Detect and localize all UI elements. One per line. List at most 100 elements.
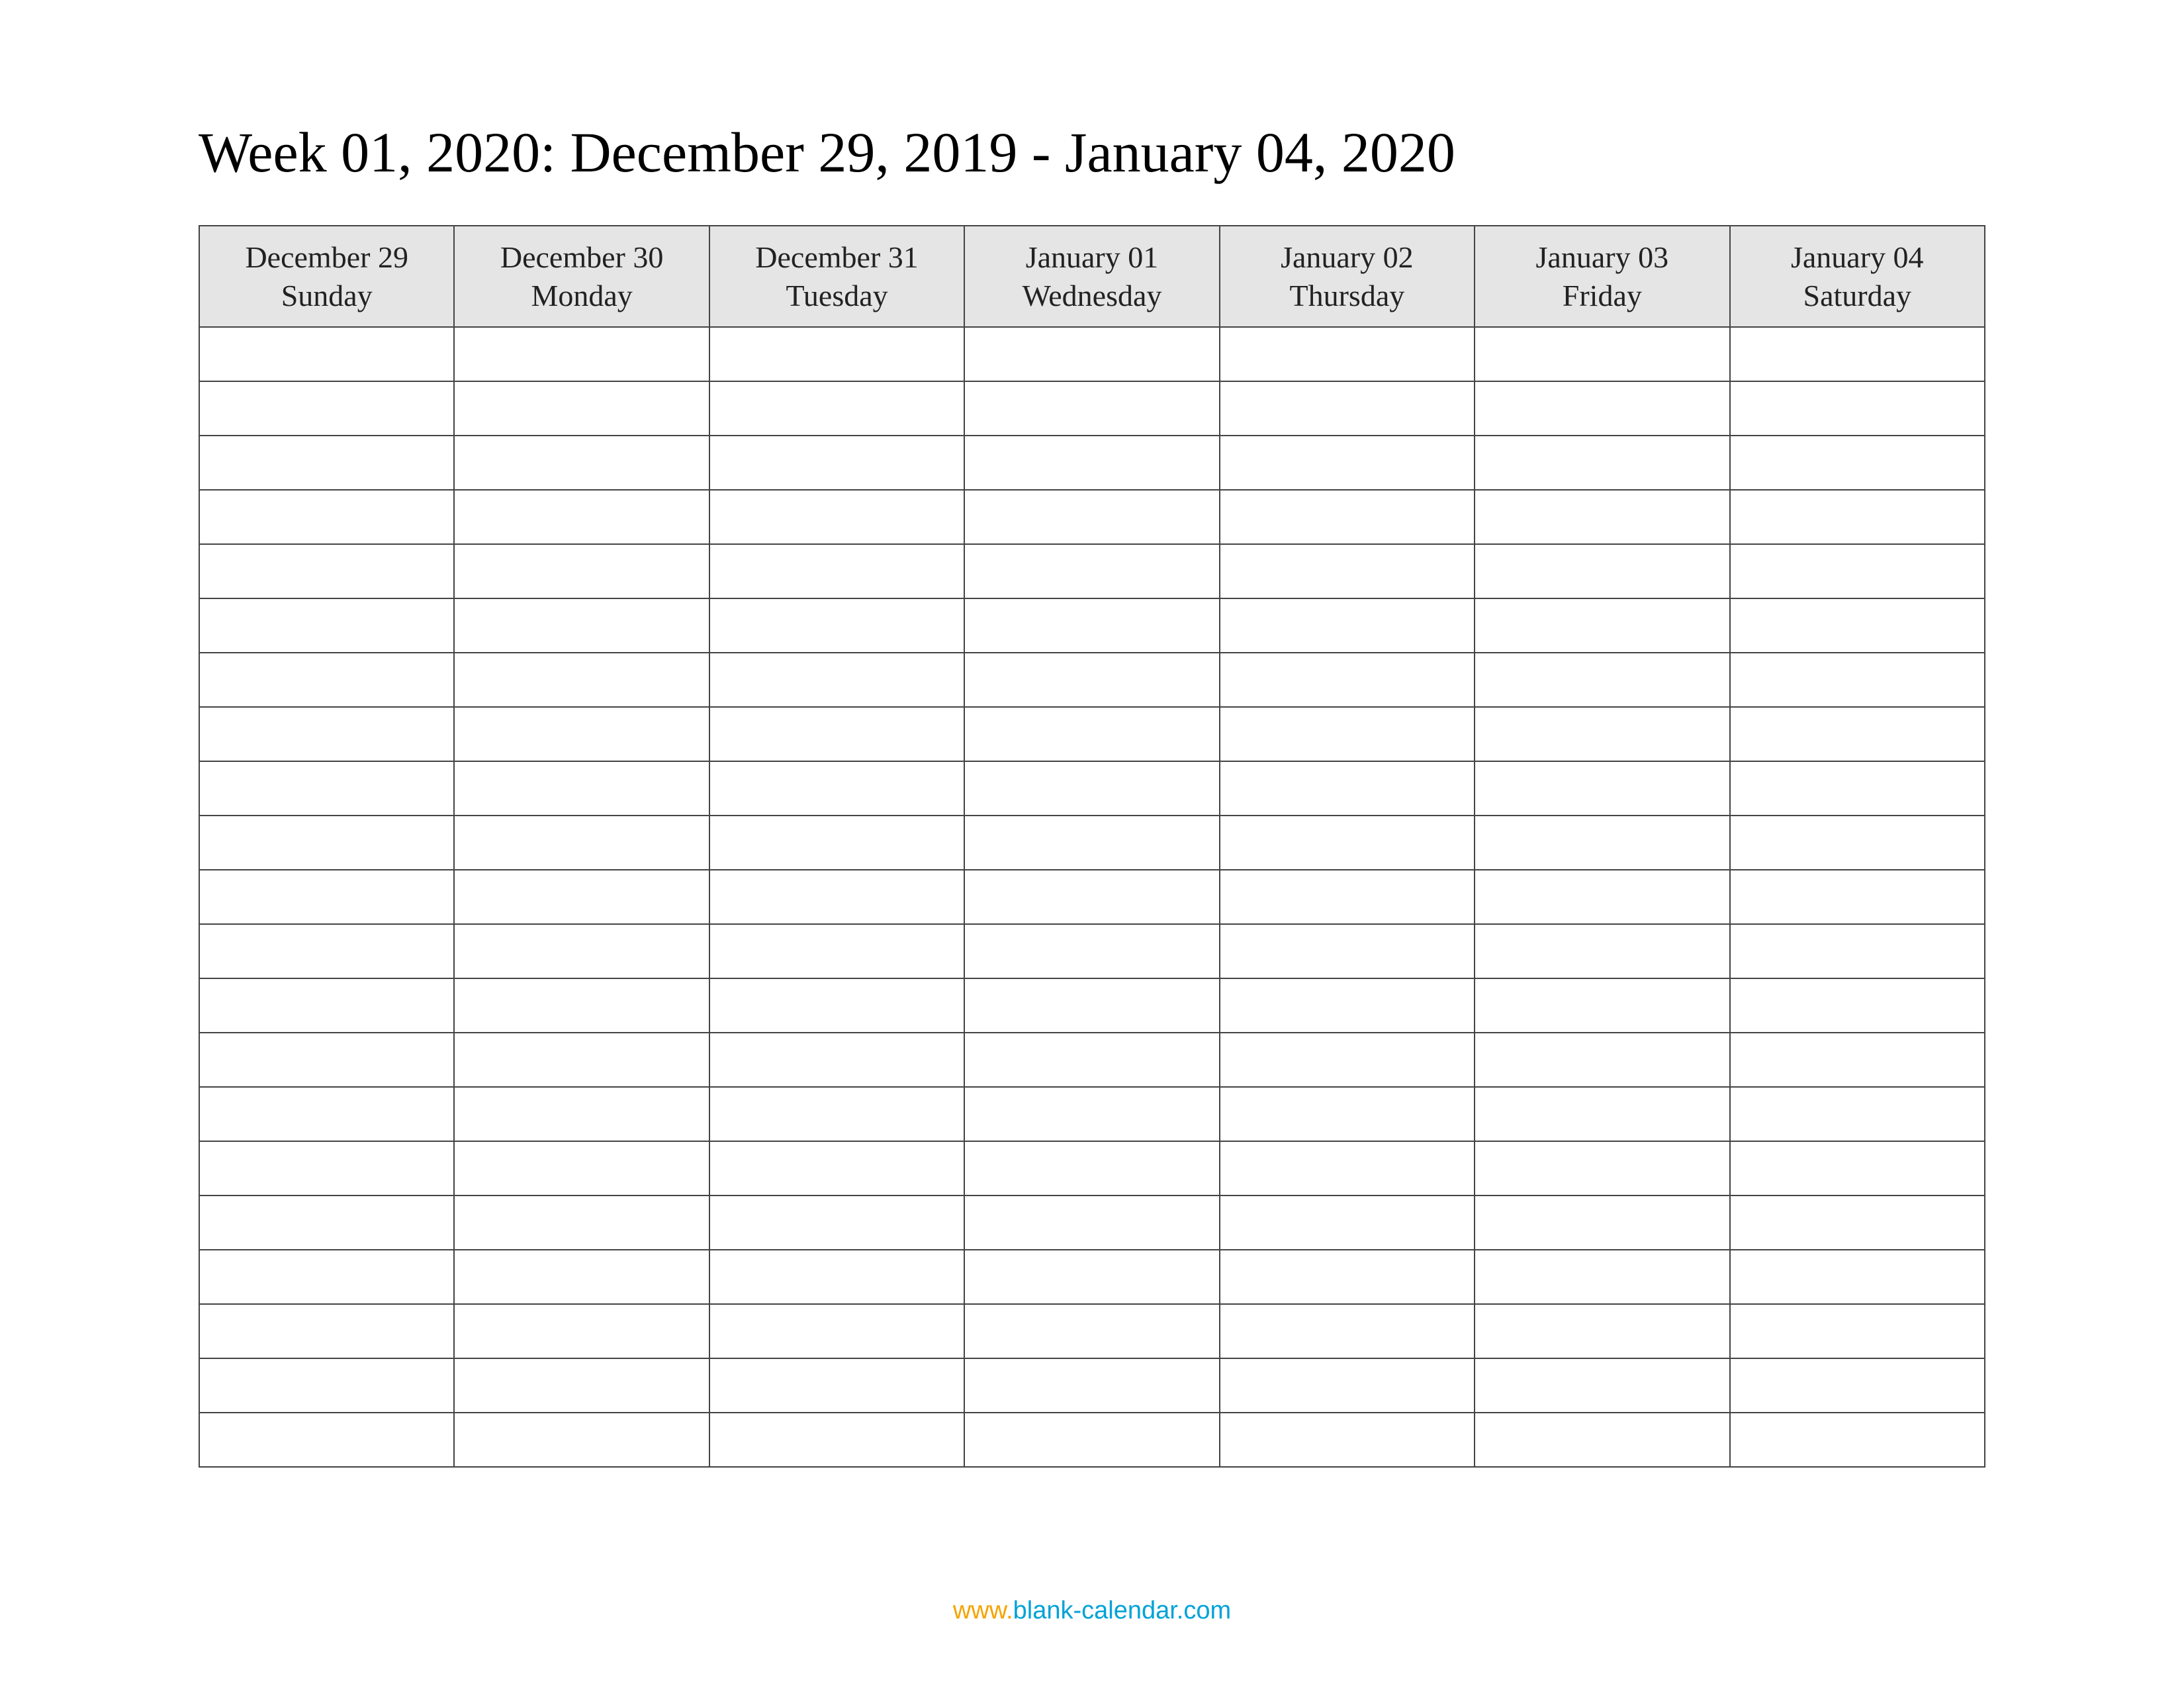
empty-cell — [199, 1413, 454, 1467]
table-row — [199, 1304, 1985, 1358]
header-cell-5: January 03 Friday — [1475, 226, 1729, 327]
empty-cell — [454, 653, 709, 707]
table-row — [199, 1358, 1985, 1413]
empty-cell — [1730, 1358, 1985, 1413]
empty-cell — [454, 761, 709, 816]
empty-cell — [964, 598, 1219, 653]
empty-cell — [964, 490, 1219, 544]
empty-cell — [964, 1196, 1219, 1250]
header-date: January 02 — [1226, 238, 1469, 277]
header-row: December 29 Sunday December 30 Monday De… — [199, 226, 1985, 327]
empty-cell — [1220, 1141, 1475, 1196]
empty-cell — [199, 924, 454, 978]
header-date: December 30 — [460, 238, 703, 277]
empty-cell — [1220, 544, 1475, 598]
empty-cell — [454, 978, 709, 1033]
empty-cell — [1220, 327, 1475, 381]
empty-cell — [1220, 1304, 1475, 1358]
empty-cell — [1475, 1087, 1729, 1141]
empty-cell — [964, 1358, 1219, 1413]
empty-cell — [1220, 1087, 1475, 1141]
header-cell-2: December 31 Tuesday — [709, 226, 964, 327]
empty-cell — [454, 381, 709, 436]
empty-cell — [199, 544, 454, 598]
empty-cell — [1475, 381, 1729, 436]
empty-cell — [1475, 436, 1729, 490]
empty-cell — [1220, 816, 1475, 870]
empty-cell — [454, 870, 709, 924]
empty-cell — [964, 924, 1219, 978]
empty-cell — [1220, 1250, 1475, 1304]
empty-cell — [454, 1196, 709, 1250]
empty-cell — [1220, 653, 1475, 707]
empty-cell — [1475, 1250, 1729, 1304]
footer-domain: blank-calendar.com — [1013, 1597, 1232, 1624]
empty-cell — [709, 1033, 964, 1087]
empty-cell — [454, 490, 709, 544]
empty-cell — [1730, 1250, 1985, 1304]
empty-cell — [964, 1304, 1219, 1358]
empty-cell — [1475, 761, 1729, 816]
empty-cell — [454, 1413, 709, 1467]
header-day: Thursday — [1226, 277, 1469, 315]
table-row — [199, 544, 1985, 598]
empty-cell — [199, 761, 454, 816]
empty-cell — [1475, 490, 1729, 544]
empty-cell — [1730, 1141, 1985, 1196]
empty-cell — [199, 1250, 454, 1304]
empty-cell — [199, 707, 454, 761]
empty-cell — [709, 1250, 964, 1304]
header-cell-3: January 01 Wednesday — [964, 226, 1219, 327]
empty-cell — [709, 870, 964, 924]
empty-cell — [1730, 381, 1985, 436]
empty-cell — [1475, 707, 1729, 761]
empty-cell — [199, 870, 454, 924]
table-row — [199, 327, 1985, 381]
empty-cell — [1475, 1358, 1729, 1413]
empty-cell — [709, 816, 964, 870]
header-date: January 01 — [970, 238, 1213, 277]
empty-cell — [199, 381, 454, 436]
footer-link[interactable]: www.blank-calendar.com — [0, 1597, 2184, 1625]
table-row — [199, 436, 1985, 490]
empty-cell — [964, 327, 1219, 381]
empty-cell — [199, 1087, 454, 1141]
empty-cell — [1220, 598, 1475, 653]
table-row — [199, 816, 1985, 870]
empty-cell — [709, 598, 964, 653]
empty-cell — [199, 1304, 454, 1358]
empty-cell — [454, 924, 709, 978]
empty-cell — [1220, 761, 1475, 816]
header-cell-1: December 30 Monday — [454, 226, 709, 327]
empty-cell — [709, 707, 964, 761]
empty-cell — [199, 327, 454, 381]
empty-cell — [709, 1413, 964, 1467]
header-date: December 31 — [715, 238, 958, 277]
empty-cell — [1220, 436, 1475, 490]
empty-cell — [199, 653, 454, 707]
header-cell-4: January 02 Thursday — [1220, 226, 1475, 327]
empty-cell — [1220, 870, 1475, 924]
empty-cell — [1475, 1413, 1729, 1467]
empty-cell — [964, 544, 1219, 598]
empty-cell — [964, 978, 1219, 1033]
table-row — [199, 1413, 1985, 1467]
empty-cell — [1730, 816, 1985, 870]
empty-cell — [964, 653, 1219, 707]
table-row — [199, 653, 1985, 707]
empty-cell — [1730, 327, 1985, 381]
empty-cell — [454, 1141, 709, 1196]
empty-cell — [199, 598, 454, 653]
empty-cell — [964, 1250, 1219, 1304]
empty-cell — [1730, 978, 1985, 1033]
empty-cell — [1730, 1304, 1985, 1358]
empty-cell — [454, 1033, 709, 1087]
empty-cell — [1730, 653, 1985, 707]
empty-cell — [1220, 381, 1475, 436]
calendar-body — [199, 327, 1985, 1467]
empty-cell — [964, 816, 1219, 870]
empty-cell — [1475, 327, 1729, 381]
empty-cell — [454, 1358, 709, 1413]
empty-cell — [964, 870, 1219, 924]
table-row — [199, 1087, 1985, 1141]
